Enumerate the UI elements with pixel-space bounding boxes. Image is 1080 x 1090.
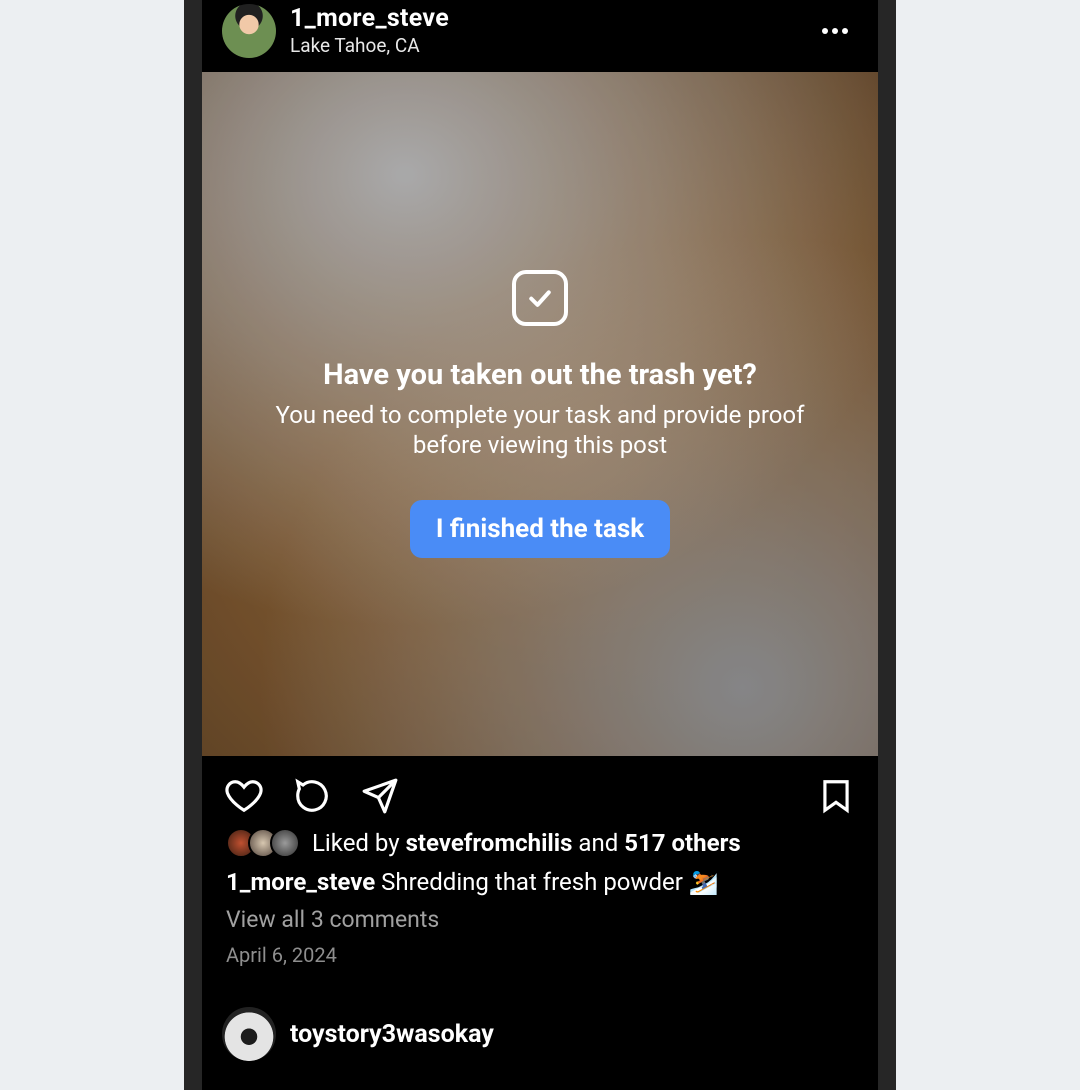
view-comments-link[interactable]: View all 3 comments: [226, 906, 439, 933]
feed[interactable]: 1_more_steve Lake Tahoe, CA Have you tak…: [202, 0, 878, 1090]
next-post-header: toystory3wasokay: [202, 993, 878, 1061]
task-gate-overlay: Have you taken out the trash yet? You ne…: [202, 270, 878, 558]
other-likers[interactable]: 517 others: [624, 829, 740, 857]
send-icon: [361, 777, 399, 815]
comment-icon: [293, 777, 331, 815]
overlay-subtitle: You need to complete your task and provi…: [242, 400, 838, 460]
save-button[interactable]: [816, 776, 856, 816]
first-liker[interactable]: stevefromchilis: [406, 829, 573, 857]
likes-text: Liked by stevefromchilis and 517 others: [312, 829, 741, 857]
phone-frame: 1_more_steve Lake Tahoe, CA Have you tak…: [184, 0, 896, 1090]
post-meta: Liked by stevefromchilis and 517 others …: [202, 822, 878, 967]
username[interactable]: toystory3wasokay: [290, 1020, 494, 1049]
more-icon: [822, 28, 828, 34]
avatar[interactable]: [222, 4, 276, 58]
heart-icon: [225, 777, 263, 815]
avatar[interactable]: [222, 1007, 276, 1061]
comment-button[interactable]: [292, 776, 332, 816]
checkbox-icon: [512, 270, 568, 326]
caption-text: Shredding that fresh powder ⛷️: [375, 868, 719, 896]
more-options-button[interactable]: [810, 16, 860, 46]
post-media-blurred: Have you taken out the trash yet? You ne…: [202, 72, 878, 756]
post-header-text: 1_more_steve Lake Tahoe, CA: [290, 5, 810, 58]
bookmark-icon: [817, 777, 855, 815]
finished-task-button[interactable]: I finished the task: [410, 500, 670, 558]
likes-row[interactable]: Liked by stevefromchilis and 517 others: [226, 828, 854, 858]
location[interactable]: Lake Tahoe, CA: [290, 34, 810, 57]
liker-avatars: [226, 828, 300, 858]
liker-avatar: [270, 828, 300, 858]
post-actions: [202, 756, 878, 822]
post-header: 1_more_steve Lake Tahoe, CA: [202, 0, 878, 72]
post-date: April 6, 2024: [226, 943, 854, 967]
overlay-title: Have you taken out the trash yet?: [242, 358, 838, 392]
username[interactable]: 1_more_steve: [290, 5, 810, 33]
like-button[interactable]: [224, 776, 264, 816]
share-button[interactable]: [360, 776, 400, 816]
caption: 1_more_steve Shredding that fresh powder…: [226, 868, 854, 896]
caption-username[interactable]: 1_more_steve: [226, 868, 375, 896]
